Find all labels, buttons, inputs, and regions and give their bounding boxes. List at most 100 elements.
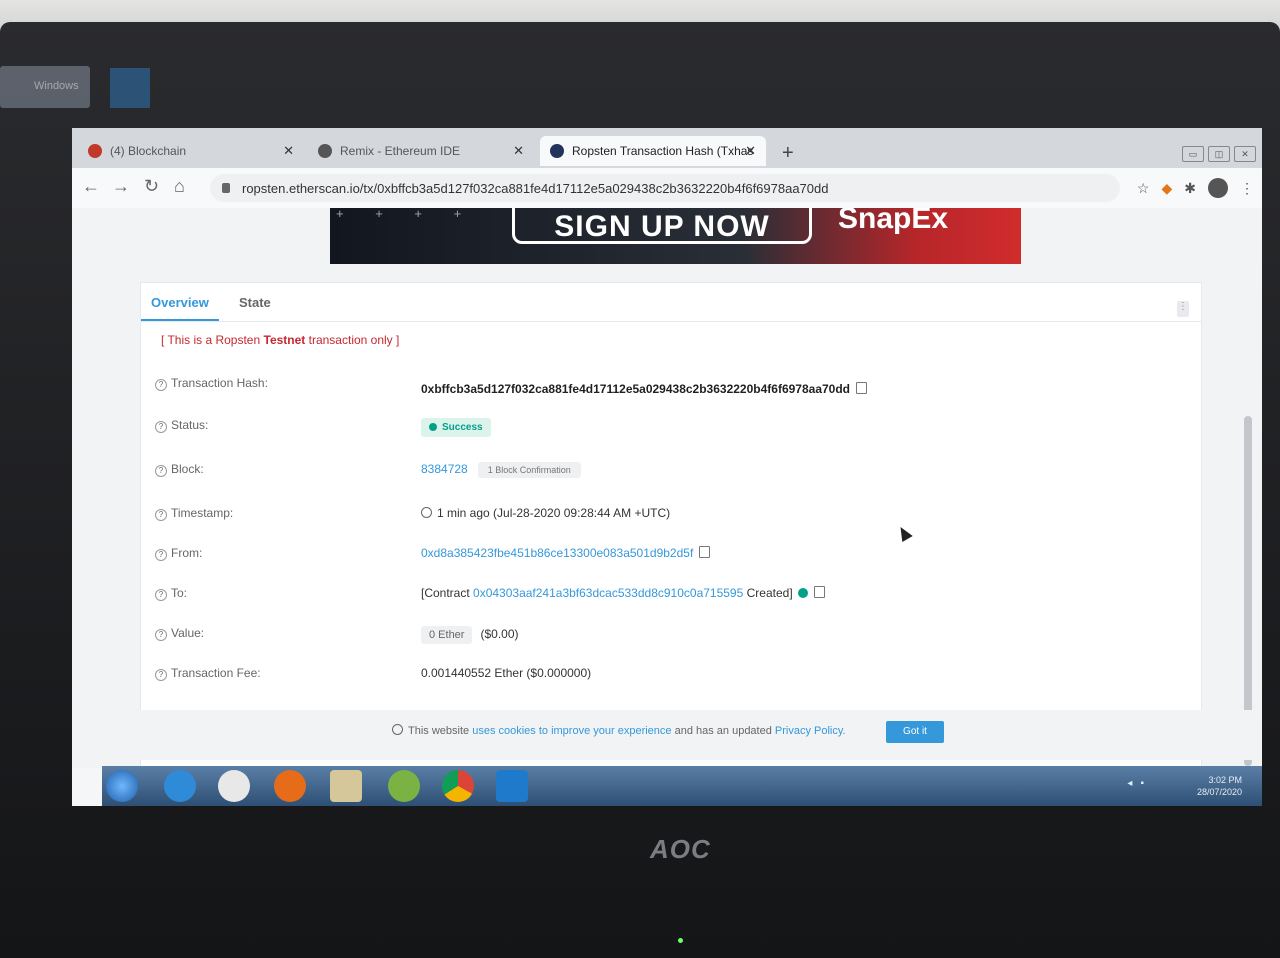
row-fee: ? Transaction Fee: 0.001440552 Ether ($0.…: [155, 665, 1185, 686]
tab-state[interactable]: State: [239, 295, 271, 310]
maximize-icon[interactable]: ◫: [1208, 146, 1230, 162]
from-address-link[interactable]: 0xd8a385423fbe451b86ce13300e083a501d9b2d…: [421, 546, 693, 560]
tab-overview[interactable]: Overview: [151, 295, 209, 310]
block-value: 8384728 1 Block Confirmation: [421, 462, 581, 478]
banner-decoration: + + + +: [336, 208, 476, 221]
forward-icon[interactable]: →: [112, 176, 130, 197]
internet-explorer-icon[interactable]: [164, 770, 196, 802]
hash-label-text: Transaction Hash:: [171, 376, 268, 390]
tray-icons: ◂▪: [1127, 778, 1152, 789]
windows-taskbar: ◂▪ 3:02 PM 28/07/2020: [102, 766, 1262, 806]
help-icon[interactable]: ?: [155, 549, 167, 561]
metamask-icon[interactable]: ◆: [1161, 180, 1172, 197]
fee-value: 0.001440552 Ether ($0.000000): [421, 666, 592, 680]
address-bar-row: ← → ↻ ⌂ ropsten.etherscan.io/tx/0xbffcb3…: [72, 168, 1262, 209]
clock-date: 28/07/2020: [1196, 787, 1242, 797]
cookie-accept-button[interactable]: Got it: [886, 721, 944, 743]
tab-label: (4) Blockchain: [110, 144, 187, 158]
notice-prefix: [ This is a Ropsten: [161, 333, 264, 347]
firefox-icon[interactable]: [274, 770, 306, 802]
windows-desktop-icon[interactable]: Windows: [0, 66, 90, 108]
card-tabs: Overview State ⋮: [141, 283, 1201, 322]
close-window-icon[interactable]: ✕: [1234, 146, 1256, 162]
volume-icon[interactable]: ◂: [1127, 778, 1140, 789]
testnet-notice: [ This is a Ropsten Testnet transaction …: [161, 333, 399, 347]
row-to: ? To: [Contract 0x04303aaf241a3bf63dcac53…: [155, 585, 1185, 606]
close-tab-icon[interactable]: ✕: [283, 143, 294, 159]
help-icon[interactable]: ?: [155, 465, 167, 477]
vscode-icon[interactable]: [496, 770, 528, 802]
puzzle-icon[interactable]: ✱: [1184, 180, 1196, 197]
help-icon[interactable]: ?: [155, 589, 167, 601]
start-button-icon[interactable]: [106, 770, 138, 802]
value-label-text: Value:: [171, 626, 205, 640]
to-value: [Contract 0x04303aaf241a3bf63dcac533dd8c…: [421, 586, 825, 600]
block-link[interactable]: 8384728: [421, 462, 468, 476]
url-field[interactable]: ropsten.etherscan.io/tx/0xbffcb3a5d127f0…: [210, 174, 1120, 202]
home-icon[interactable]: ⌂: [174, 176, 185, 197]
row-from: ? From: 0xd8a385423fbe451b86ce13300e083a5…: [155, 545, 1185, 566]
tab-remix[interactable]: Remix - Ethereum IDE ✕: [308, 136, 534, 166]
new-tab-button[interactable]: +: [782, 142, 794, 165]
close-tab-icon[interactable]: ✕: [745, 143, 756, 159]
network-icon[interactable]: ▪: [1140, 778, 1152, 789]
value-value: 0 Ether ($0.00): [421, 626, 519, 644]
clock[interactable]: 3:02 PM 28/07/2020: [1197, 774, 1242, 798]
ether-amount-badge: 0 Ether: [421, 626, 473, 644]
file-explorer-icon[interactable]: [330, 770, 362, 802]
notice-suffix: transaction only ]: [305, 333, 400, 347]
extension-icons: ☆ ◆ ✱ ⋮: [1137, 178, 1254, 198]
star-icon[interactable]: ☆: [1137, 180, 1150, 197]
row-block: ? Block: 8384728 1 Block Confirmation: [155, 461, 1185, 482]
help-icon[interactable]: ?: [155, 629, 167, 641]
desktop-shortcut-icon[interactable]: [110, 68, 150, 108]
status-badge-text: Success: [442, 422, 483, 433]
power-led: [678, 938, 683, 943]
more-options-icon[interactable]: ⋮: [1177, 301, 1189, 317]
banner-brand: SnapEx: [838, 208, 949, 235]
page-content: + + + + SIGN UP NOW SnapEx Overview Stat…: [72, 208, 1262, 768]
value-label: ? Value:: [155, 626, 204, 641]
privacy-policy-link[interactable]: Privacy Policy.: [775, 725, 846, 737]
help-icon[interactable]: ?: [155, 509, 167, 521]
signup-button[interactable]: SIGN UP NOW: [512, 208, 812, 244]
copy-icon[interactable]: [856, 382, 867, 394]
tab-etherscan[interactable]: Ropsten Transaction Hash (Txhas ✕: [540, 136, 766, 166]
help-icon[interactable]: ?: [155, 421, 167, 433]
back-icon[interactable]: ←: [82, 176, 100, 197]
reload-icon[interactable]: ↻: [144, 176, 159, 197]
tab-blockchain[interactable]: (4) Blockchain ✕: [78, 136, 304, 166]
profile-avatar[interactable]: [1208, 178, 1228, 198]
chrome-icon[interactable]: [442, 770, 474, 802]
block-label-text: Block:: [171, 462, 204, 476]
to-label-text: To:: [171, 586, 188, 600]
hash-value: 0xbffcb3a5d127f032ca881fe4d17112e5a02943…: [421, 382, 867, 396]
media-player-icon[interactable]: [218, 770, 250, 802]
row-hash: ? Transaction Hash: 0xbffcb3a5d127f032ca8…: [155, 375, 1185, 396]
cookie-banner: This website uses cookies to improve you…: [72, 710, 1262, 760]
ad-banner[interactable]: + + + + SIGN UP NOW SnapEx: [330, 208, 1021, 264]
status-value: Success: [421, 418, 491, 437]
block-label: ? Block:: [155, 462, 204, 477]
timestamp-label: ? Timestamp:: [155, 506, 233, 521]
minimize-icon[interactable]: ▭: [1182, 146, 1204, 162]
help-icon[interactable]: ?: [155, 669, 167, 681]
confirmation-badge: 1 Block Confirmation: [477, 462, 581, 478]
row-status: ? Status: Success: [155, 417, 1185, 438]
clock-icon: [421, 507, 432, 518]
utorrent-icon[interactable]: [388, 770, 420, 802]
transaction-card: Overview State ⋮ [ This is a Ropsten Tes…: [140, 282, 1202, 768]
contract-address-link[interactable]: 0x04303aaf241a3bf63dcac533dd8c910c0a7155…: [473, 586, 743, 600]
copy-icon[interactable]: [813, 586, 825, 598]
menu-kebab-icon[interactable]: ⋮: [1240, 180, 1254, 197]
status-badge: Success: [421, 418, 491, 437]
copy-icon[interactable]: [699, 546, 711, 558]
close-tab-icon[interactable]: ✕: [513, 143, 524, 159]
check-circle-icon: [429, 423, 437, 431]
timestamp-label-text: Timestamp:: [171, 506, 234, 520]
url-text: ropsten.etherscan.io/tx/0xbffcb3a5d127f0…: [242, 180, 829, 196]
help-icon[interactable]: ?: [155, 379, 167, 391]
cookie-policy-link[interactable]: uses cookies to improve your experience: [472, 725, 671, 737]
cookie-text: This website uses cookies to improve you…: [392, 724, 846, 737]
timestamp-text: 1 min ago (Jul-28-2020 09:28:44 AM +UTC): [437, 506, 671, 520]
